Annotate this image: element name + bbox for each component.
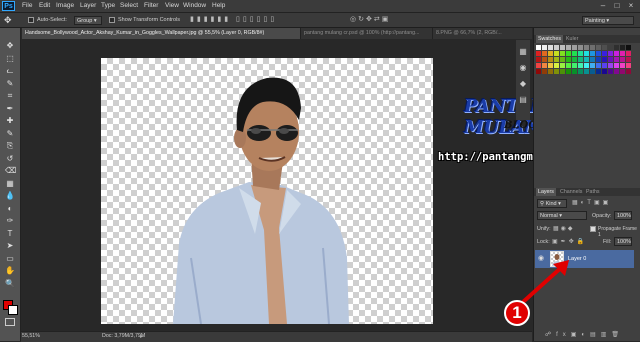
crop-icon[interactable]: ⌗ — [5, 92, 15, 100]
auto-select-checkbox[interactable] — [28, 17, 34, 23]
tab-channels[interactable]: Channels — [560, 188, 582, 196]
type-icon[interactable]: T — [5, 229, 15, 238]
blur-icon[interactable]: 💧 — [5, 192, 15, 200]
lock-icons[interactable]: ▣✒✥🔒 — [552, 238, 590, 246]
path-select-icon[interactable]: ➤ — [5, 242, 15, 250]
tab-akshay-kumar-jpg[interactable]: Handsome_Bollywood_Actor_Akshay_Kumar_in… — [22, 28, 300, 39]
menu-select[interactable]: Select — [120, 2, 138, 9]
swatches-grid[interactable] — [536, 45, 632, 87]
menu-image[interactable]: Image — [56, 2, 74, 9]
show-transform-checkbox[interactable] — [109, 17, 115, 23]
history-brush-icon[interactable]: ↺ — [5, 154, 15, 163]
quick-mask-icon[interactable] — [5, 318, 15, 326]
lock-label: Lock: — [537, 239, 550, 245]
3d-mode-icons[interactable]: ◎↻✥⇄▣ — [350, 15, 430, 25]
layer-actions-icons[interactable]: ☍fx▣◐▤▥🗑 — [545, 331, 633, 339]
blend-mode-dropdown[interactable]: Normal ▾ — [537, 211, 587, 220]
shape-icon[interactable]: ▭ — [5, 254, 15, 263]
workspace-dropdown[interactable]: Painting ▾ — [582, 15, 634, 25]
background-color-swatch[interactable] — [8, 305, 18, 315]
callout-arrow — [521, 260, 569, 304]
man-photo — [173, 77, 349, 324]
filter-kind-dropdown[interactable]: ⚲ Kind ▾ — [537, 199, 567, 208]
maximize-icon[interactable]: □ — [610, 1, 624, 11]
clone-stamp-icon[interactable]: ⎘ — [5, 142, 15, 150]
quick-select-icon[interactable]: ✎ — [5, 79, 15, 88]
minimize-icon[interactable]: – — [596, 1, 610, 11]
zoom-level[interactable]: 55,51% — [22, 333, 40, 339]
layer-filter-icons[interactable]: ▦◐T▣▣ — [572, 199, 632, 208]
hand-icon[interactable]: ✋ — [5, 267, 15, 275]
tab-layers[interactable]: Layers — [536, 188, 556, 196]
callout-number-badge: 1 — [504, 300, 530, 326]
opacity-label: Opacity: — [592, 213, 612, 219]
tab-pantang-mulang-psd[interactable]: pantang mulang cr.psd @ 100% (http://pan… — [300, 28, 432, 39]
lasso-icon[interactable]: ᓚ — [5, 67, 15, 75]
gradient-icon[interactable]: ▦ — [5, 179, 15, 188]
status-arrow-icon[interactable]: ▸ — [140, 333, 143, 340]
eyedropper-icon[interactable]: ✒ — [5, 104, 15, 113]
brush-icon[interactable]: ✎ — [5, 129, 15, 138]
menu-layer[interactable]: Layer — [80, 2, 96, 9]
menu-help[interactable]: Help — [212, 2, 225, 9]
tab-paths[interactable]: Paths — [586, 188, 600, 196]
unify-label: Unify: — [537, 226, 551, 232]
tab-kuler[interactable]: Kuler — [566, 35, 578, 43]
menu-type[interactable]: Type — [101, 2, 115, 9]
menu-edit[interactable]: Edit — [39, 2, 50, 9]
unify-icons[interactable]: ▦◉◆ — [553, 225, 577, 233]
zoom-icon[interactable]: 🔍 — [5, 279, 15, 288]
menu-file[interactable]: File — [22, 2, 32, 9]
menu-filter[interactable]: Filter — [144, 2, 158, 9]
healing-icon[interactable]: ✚ — [5, 117, 15, 125]
marquee-icon[interactable]: ⬚ — [5, 54, 15, 63]
photoshop-logo: Ps — [2, 1, 15, 11]
fill-label: Fill: — [603, 239, 612, 245]
move-icon[interactable]: ✥ — [5, 42, 15, 50]
collapsed-panel-icons[interactable]: ▦ ◉ ◆ ▤ — [518, 44, 528, 108]
menu-window[interactable]: Window — [183, 2, 206, 9]
fill-input[interactable]: 100% — [614, 237, 632, 246]
menu-view[interactable]: View — [165, 2, 179, 9]
eraser-icon[interactable]: ⌫ — [5, 167, 16, 175]
document-size: Doc: 3,79M/3,79M — [102, 333, 146, 339]
tab-swatches[interactable]: Swatches — [536, 35, 563, 43]
opacity-input[interactable]: 100% — [614, 211, 632, 220]
dodge-icon[interactable]: ◐ — [5, 204, 15, 213]
auto-select-dropdown[interactable]: Group ▾ — [74, 15, 102, 25]
document-canvas[interactable] — [101, 58, 433, 324]
watermark-blog: BLOG — [504, 120, 537, 131]
close-icon[interactable]: × — [624, 1, 638, 11]
tab-8-png[interactable]: 8.PNG @ 66,7% (2, RGB/... — [432, 28, 532, 39]
auto-select-label: Auto-Select: — [37, 17, 67, 23]
status-bar — [21, 331, 532, 342]
pen-icon[interactable]: ✑ — [5, 217, 15, 225]
align-icons[interactable]: ▮▮▮▮▮▮ ▯▯▯▯▯▯ — [190, 15, 340, 25]
move-tool-preset-icon[interactable]: ✥ — [4, 15, 16, 25]
show-transform-label: Show Transform Controls — [118, 17, 181, 23]
propagate-frame-checkbox[interactable] — [590, 226, 596, 232]
